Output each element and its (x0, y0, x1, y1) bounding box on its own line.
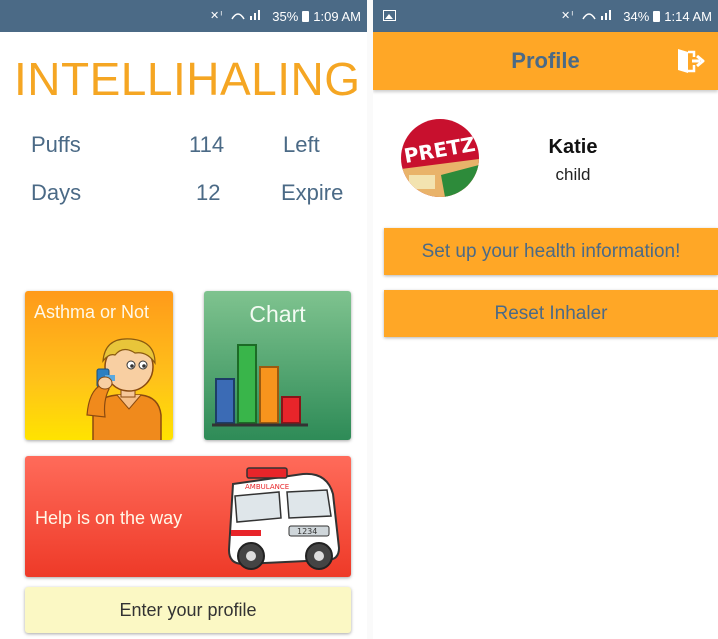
enter-profile-label: Enter your profile (119, 600, 257, 620)
profile-role: child (555, 165, 591, 184)
battery-icon (302, 10, 310, 22)
clock: 1:09 AM (313, 8, 361, 24)
ambulance-roof-text: AMBULANCE (245, 483, 289, 491)
battery-level: 34% (623, 8, 650, 24)
chart-icon-bar-2 (237, 344, 257, 424)
ambulance-icon: AMBULANCE 1234 (227, 467, 341, 570)
help-tile[interactable]: Help is on the way AMBULANCE 1234 (25, 456, 351, 577)
days-suffix: Expire (281, 180, 344, 205)
home-screen: ✕ᴵ 35% 1:09 AM INTELLIHALING Puffs 114 L… (0, 0, 367, 639)
enter-profile-button[interactable]: Enter your profile (25, 587, 351, 633)
puffs-value: 114 (189, 132, 225, 157)
setup-health-info-button[interactable]: Set up your health information! (384, 228, 718, 275)
chart-tile[interactable]: Chart (204, 291, 351, 440)
days-label: Days (31, 180, 82, 205)
chart-tile-label: Chart (249, 301, 306, 327)
logout-icon[interactable] (676, 47, 706, 75)
bar-chart-icon (212, 344, 308, 427)
signal-icons: ✕ᴵ (561, 9, 619, 24)
reset-inhaler-button[interactable]: Reset Inhaler (384, 290, 718, 337)
avatar[interactable]: PRETZ (401, 119, 479, 197)
status-bar: ✕ᴵ 34% 1:14 AM (373, 0, 718, 32)
battery-level: 35% (272, 8, 299, 24)
boy-inhaler-icon (86, 338, 162, 440)
battery-icon (653, 10, 661, 22)
app-title: INTELLIHALING (14, 53, 361, 105)
profile-name: Katie (548, 136, 598, 158)
svg-text:✕ᴵ: ✕ᴵ (561, 9, 574, 21)
puffs-suffix: Left (283, 132, 320, 157)
page-title: Profile (511, 48, 580, 73)
asthma-or-not-tile[interactable]: Asthma or Not (25, 291, 173, 440)
chart-icon-bar-3 (259, 366, 279, 424)
profile-screen: ✕ᴵ 34% 1:14 AM Profile PRETZ Katie child (373, 0, 718, 639)
gallery-notification-icon (383, 10, 396, 21)
days-value: 12 (196, 180, 221, 205)
ambulance-plate-text: 1234 (297, 527, 317, 536)
clock: 1:14 AM (664, 8, 712, 24)
help-tile-label: Help is on the way (35, 508, 183, 528)
asthma-tile-label: Asthma or Not (34, 302, 150, 322)
svg-text:✕ᴵ: ✕ᴵ (210, 9, 223, 21)
status-bar: ✕ᴵ 35% 1:09 AM (0, 0, 367, 32)
pretz-avatar-image: PRETZ (401, 119, 479, 197)
chart-icon-bar-4 (281, 396, 301, 424)
chart-icon-bar-1 (215, 378, 235, 424)
app-bar: Profile (373, 32, 718, 90)
puffs-label: Puffs (31, 132, 81, 157)
signal-icons: ✕ᴵ (210, 9, 268, 24)
